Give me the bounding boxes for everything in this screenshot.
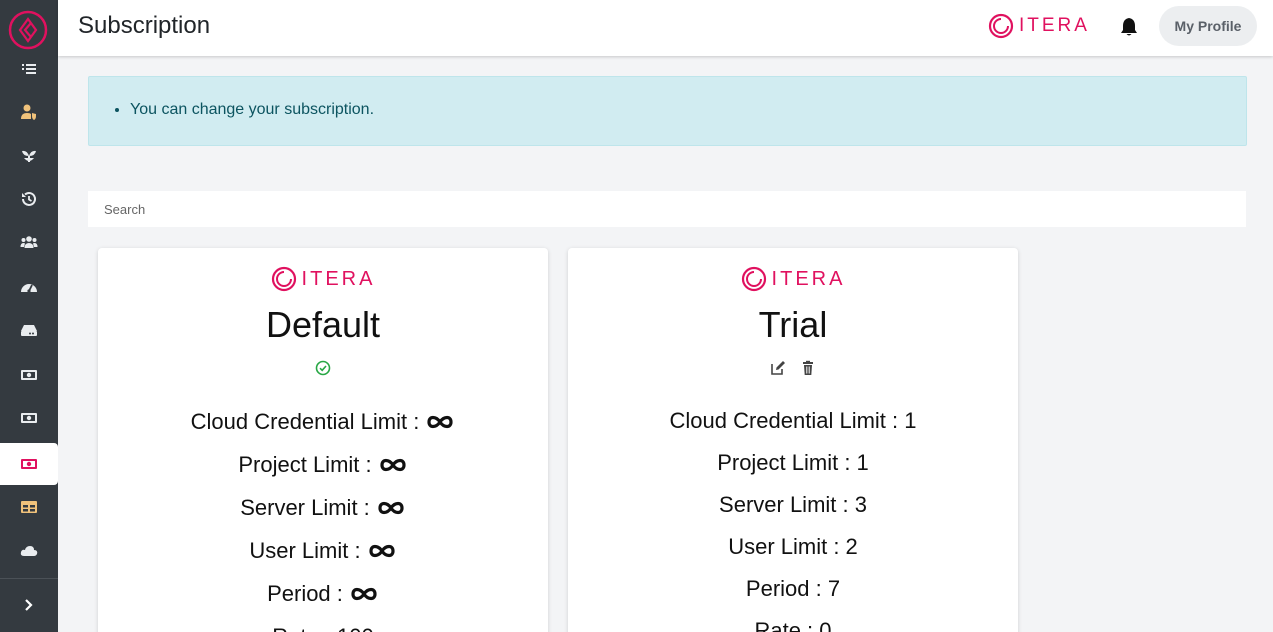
table-icon (21, 501, 37, 513)
plan-limits: Cloud Credential Limit : 1 Project Limit… (568, 400, 1018, 632)
limit-label: Rate : 100 (272, 624, 374, 632)
hdd-icon (21, 325, 37, 336)
limit-label: Cloud Credential Limit : (190, 408, 420, 434)
sidebar-divider (0, 578, 58, 579)
plan-limits: Cloud Credential Limit : Project Limit :… (98, 400, 548, 632)
limit-label: User Limit : (249, 537, 361, 563)
cloud-icon (20, 546, 38, 556)
page-title: Subscription (78, 12, 211, 39)
sidebar-item-list[interactable] (0, 48, 58, 90)
money-bill-icon (21, 459, 37, 469)
sidebar-item-billing-2[interactable] (0, 397, 58, 439)
limit-row: Server Limit : (98, 486, 548, 529)
limit-label: Server Limit : (240, 494, 370, 520)
sidebar-item-dashboard[interactable] (0, 266, 58, 308)
plan-status (98, 360, 548, 376)
check-circle-icon (315, 360, 331, 376)
plan-actions (568, 360, 1018, 376)
user-shield-icon (21, 104, 36, 120)
itera-logo-icon (271, 266, 296, 292)
sidebar-item-subscription[interactable] (0, 443, 58, 485)
app-logo-icon[interactable] (8, 10, 48, 50)
limit-label: Project Limit : (238, 451, 372, 477)
plan-name: Trial (758, 304, 828, 345)
money-bill-icon (21, 413, 37, 423)
brand-logo: ITERA (988, 13, 1090, 39)
search-input[interactable] (88, 191, 1246, 227)
limit-row: User Limit : 2 (728, 534, 858, 559)
infinity-icon (369, 544, 395, 557)
card-brand: ITERA (568, 266, 1018, 292)
itera-logo-icon (988, 13, 1014, 39)
edit-icon[interactable] (770, 360, 786, 376)
infinity-icon (351, 587, 377, 600)
infinity-icon (378, 501, 404, 514)
sidebar-item-seedling[interactable] (0, 134, 58, 176)
limit-row: Rate : 100 (98, 615, 548, 632)
plan-card-default: ITERA Default Cloud Credential Limit : P… (98, 248, 548, 632)
alert-message: You can change your subscription. (130, 101, 374, 119)
limit-label: Period : (267, 580, 343, 606)
limit-row: User Limit : (98, 529, 548, 572)
sidebar-expand-toggle[interactable] (0, 584, 58, 626)
trash-icon[interactable] (800, 360, 816, 376)
info-alert: You can change your subscription. (88, 76, 1247, 146)
plan-name: Default (265, 304, 381, 345)
brand-name: ITERA (1019, 15, 1090, 36)
my-profile-button[interactable]: My Profile (1159, 6, 1257, 46)
money-bill-icon (21, 370, 37, 380)
sidebar-item-cloud[interactable] (0, 530, 58, 572)
top-header: Subscription ITERA My Profile (58, 0, 1273, 56)
sidebar-item-hdd[interactable] (0, 309, 58, 351)
dashboard-icon (21, 284, 37, 293)
limit-row: Project Limit : 1 (717, 450, 869, 475)
users-icon (20, 236, 38, 248)
infinity-icon (380, 458, 406, 471)
chevron-right-icon (25, 599, 33, 611)
card-brand: ITERA (98, 266, 548, 292)
limit-row: Period : 7 (745, 576, 841, 601)
limit-row: Cloud Credential Limit : 1 (669, 408, 917, 433)
list-icon (22, 64, 36, 74)
sidebar-item-history[interactable] (0, 178, 58, 220)
limit-row: Period : (98, 572, 548, 615)
sidebar (0, 0, 58, 632)
sidebar-item-billing-1[interactable] (0, 354, 58, 396)
sidebar-item-users[interactable] (0, 221, 58, 263)
limit-row: Server Limit : 3 (719, 492, 867, 517)
itera-logo-icon (741, 266, 766, 292)
plan-card-trial: ITERA Trial Cloud Credential Limit : 1 P… (568, 248, 1018, 632)
limit-row: Rate : 0 (754, 618, 832, 632)
sidebar-item-user-shield[interactable] (0, 91, 58, 133)
bell-icon[interactable] (1118, 16, 1140, 38)
history-icon (22, 191, 36, 206)
infinity-icon (427, 415, 453, 428)
card-brand-name: ITERA (301, 267, 376, 290)
limit-row: Cloud Credential Limit : (98, 400, 548, 443)
card-brand-name: ITERA (771, 267, 846, 290)
limit-row: Project Limit : (98, 443, 548, 486)
sidebar-item-table[interactable] (0, 486, 58, 528)
seedling-icon (22, 150, 36, 162)
